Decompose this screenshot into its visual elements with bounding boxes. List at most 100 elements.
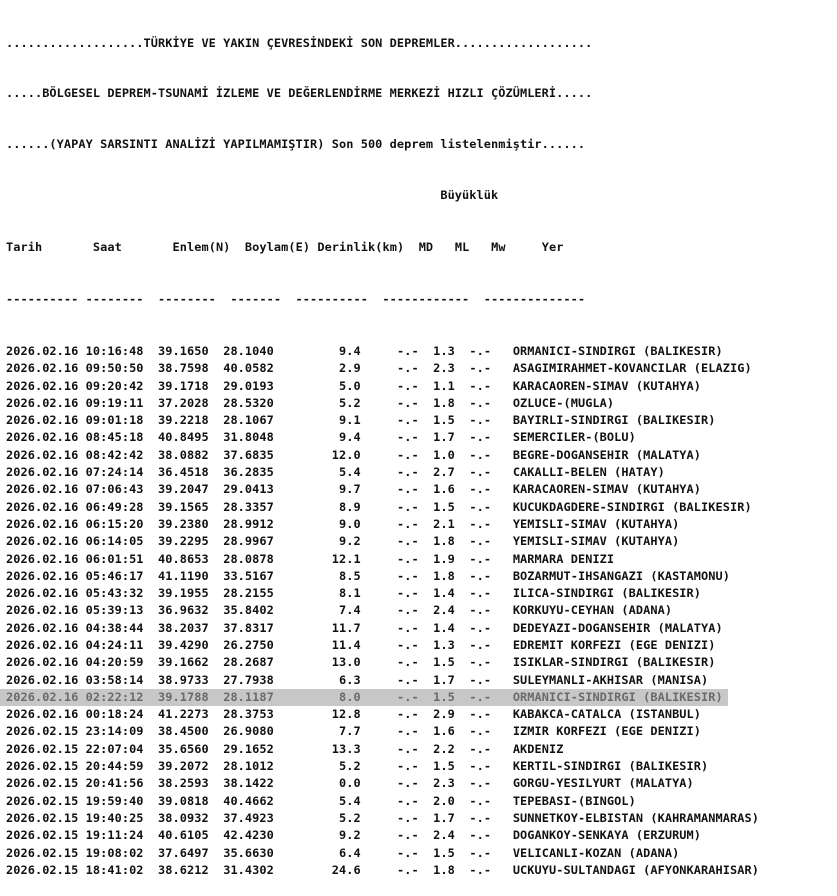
cell-lat: 39.1718 — [158, 378, 209, 393]
cell-md: -.- — [396, 655, 419, 670]
cell-lon: 28.5320 — [223, 395, 274, 410]
cell-place: BAYIRLI-SINDIRGI (BALIKESIR) — [512, 413, 716, 428]
cell-ml: 2.1 — [433, 516, 455, 531]
cell-time: 20:44:59 — [85, 759, 144, 774]
cell-md: -.- — [396, 845, 419, 860]
table-row: 2026.02.16 08:42:42 38.0882 37.6835 12.0… — [0, 447, 759, 464]
cell-time: 09:01:18 — [85, 413, 144, 428]
table-row: 2026.02.16 06:15:20 39.2380 28.9912 9.0 … — [0, 516, 759, 533]
cell-lon: 29.1652 — [223, 741, 274, 756]
cell-time: 05:43:32 — [85, 586, 144, 601]
table-row: 2026.02.15 19:59:40 39.0818 40.4662 5.4 … — [0, 793, 759, 810]
cell-date: 2026.02.16 — [6, 551, 79, 566]
cell-md: -.- — [396, 413, 419, 428]
cell-ml: 2.0 — [433, 793, 455, 808]
cell-date: 2026.02.15 — [6, 793, 79, 808]
cell-lat: 38.4500 — [158, 724, 209, 739]
cell-lon: 35.8402 — [223, 603, 274, 618]
table-row: 2026.02.16 09:20:42 39.1718 29.0193 5.0 … — [0, 378, 759, 395]
cell-time: 04:38:44 — [85, 620, 144, 635]
cell-lon: 28.1040 — [223, 343, 274, 358]
cell-md: -.- — [396, 862, 419, 877]
table-row: 2026.02.16 07:24:14 36.4518 36.2835 5.4 … — [0, 464, 759, 481]
cell-md: -.- — [396, 378, 419, 393]
cell-lon: 37.8317 — [223, 620, 274, 635]
cell-ml: 1.7 — [433, 810, 455, 825]
cell-lon: 28.1067 — [223, 413, 274, 428]
cell-lon: 29.0193 — [223, 378, 274, 393]
cell-lon: 28.3357 — [223, 499, 274, 514]
cell-time: 04:24:11 — [85, 637, 144, 652]
cell-lat: 39.2072 — [158, 759, 209, 774]
cell-depth: 9.2 — [331, 534, 361, 549]
cell-time: 22:07:04 — [85, 741, 144, 756]
cell-mw: -.- — [469, 568, 492, 583]
cell-mw: -.- — [469, 793, 492, 808]
cell-lon: 33.5167 — [223, 568, 274, 583]
cell-lat: 39.2047 — [158, 482, 209, 497]
cell-date: 2026.02.16 — [6, 603, 79, 618]
cell-ml: 1.5 — [433, 845, 455, 860]
cell-mw: -.- — [469, 828, 492, 843]
cell-ml: 1.8 — [433, 568, 455, 583]
cell-ml: 1.5 — [433, 655, 455, 670]
cell-depth: 11.7 — [331, 620, 361, 635]
cell-depth: 8.1 — [331, 586, 361, 601]
earthquake-listing: ...................TÜRKİYE VE YAKIN ÇEVR… — [0, 0, 759, 896]
cell-lon: 28.0878 — [223, 551, 274, 566]
cell-date: 2026.02.16 — [6, 586, 79, 601]
cell-md: -.- — [396, 343, 419, 358]
cell-mw: -.- — [469, 655, 492, 670]
cell-time: 09:19:11 — [85, 395, 144, 410]
cell-time: 19:08:02 — [85, 845, 144, 860]
cell-ml: 1.5 — [433, 759, 455, 774]
cell-date: 2026.02.16 — [6, 689, 79, 704]
cell-mw: -.- — [469, 741, 492, 756]
cell-depth: 7.4 — [331, 603, 361, 618]
cell-lon: 31.4302 — [223, 862, 274, 877]
cell-lon: 28.3753 — [223, 707, 274, 722]
cell-place: SUNNETKOY-ELBISTAN (KAHRAMANMARAS) — [512, 810, 759, 825]
cell-place: KERTIL-SINDIRGI (BALIKESIR) — [512, 759, 709, 774]
cell-md: -.- — [396, 430, 419, 445]
cell-time: 09:20:42 — [85, 378, 144, 393]
column-header-row: Tarih Saat Enlem(N) Boylam(E) Derinlik(k… — [0, 239, 759, 256]
cell-date: 2026.02.16 — [6, 672, 79, 687]
cell-depth: 5.2 — [331, 810, 361, 825]
cell-ml: 1.3 — [433, 637, 455, 652]
table-row: 2026.02.15 19:11:24 40.6105 42.4230 9.2 … — [0, 827, 759, 844]
cell-md: -.- — [396, 534, 419, 549]
table-row: 2026.02.15 20:44:59 39.2072 28.1012 5.2 … — [0, 758, 759, 775]
cell-date: 2026.02.15 — [6, 759, 79, 774]
cell-lat: 41.2273 — [158, 707, 209, 722]
cell-mw: -.- — [469, 361, 492, 376]
cell-depth: 13.3 — [331, 741, 361, 756]
cell-lat: 38.2037 — [158, 620, 209, 635]
cell-date: 2026.02.16 — [6, 465, 79, 480]
cell-lat: 39.2380 — [158, 516, 209, 531]
cell-date: 2026.02.16 — [6, 343, 79, 358]
cell-lat: 36.9632 — [158, 603, 209, 618]
col-mw: Mw — [491, 240, 506, 255]
cell-depth: 12.0 — [331, 447, 361, 462]
cell-lat: 35.6560 — [158, 741, 209, 756]
cell-mw: -.- — [469, 378, 492, 393]
cell-ml: 2.3 — [433, 361, 455, 376]
cell-ml: 1.6 — [433, 724, 455, 739]
cell-depth: 12.8 — [331, 707, 361, 722]
cell-depth: 6.4 — [331, 845, 361, 860]
cell-depth: 9.4 — [331, 430, 361, 445]
cell-lat: 40.8495 — [158, 430, 209, 445]
cell-time: 07:06:43 — [85, 482, 144, 497]
cell-time: 18:41:02 — [85, 862, 144, 877]
cell-depth: 8.5 — [331, 568, 361, 583]
cell-time: 23:14:09 — [85, 724, 144, 739]
cell-md: -.- — [396, 672, 419, 687]
cell-mw: -.- — [469, 603, 492, 618]
cell-mw: -.- — [469, 430, 492, 445]
table-row: 2026.02.16 05:43:32 39.1955 28.2155 8.1 … — [0, 585, 759, 602]
cell-time: 09:50:50 — [85, 361, 144, 376]
table-row: 2026.02.16 00:18:24 41.2273 28.3753 12.8… — [0, 706, 759, 723]
table-row: 2026.02.16 04:20:59 39.1662 28.2687 13.0… — [0, 654, 759, 671]
cell-lon: 27.7938 — [223, 672, 274, 687]
